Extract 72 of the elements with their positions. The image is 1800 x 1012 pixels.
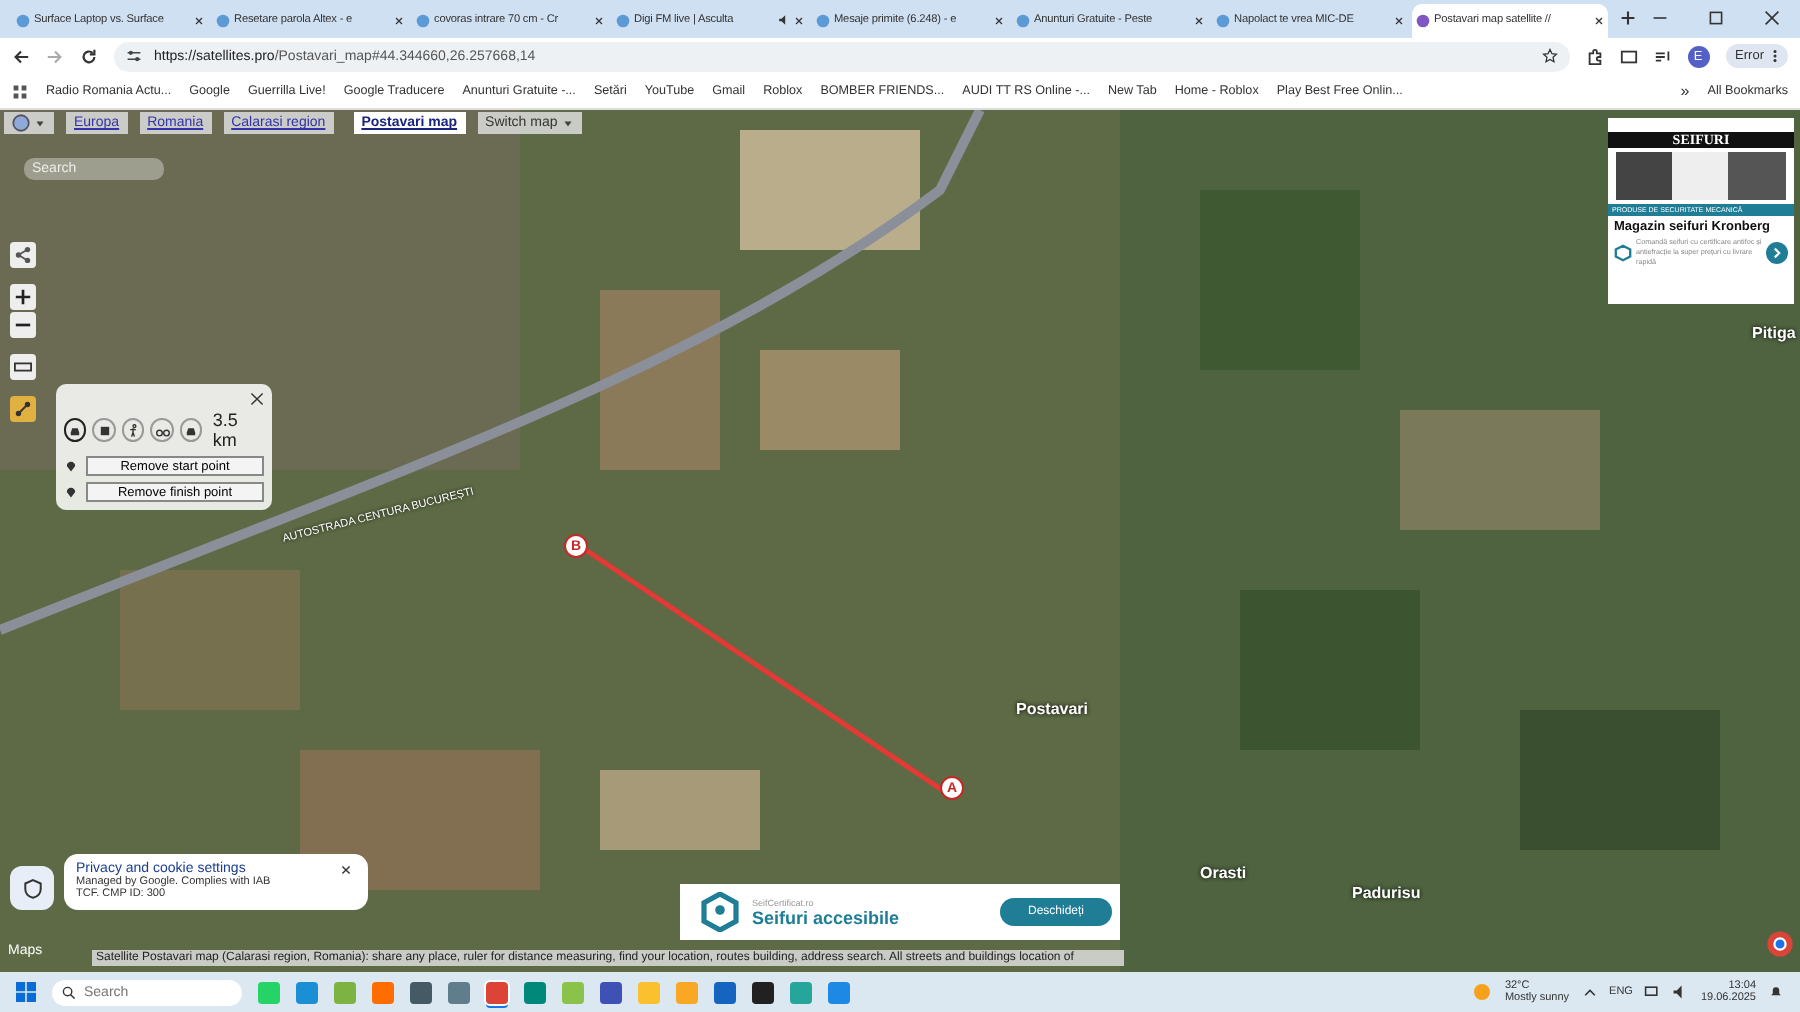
site-icon <box>1216 13 1230 28</box>
route-icon <box>14 400 32 419</box>
car-mode-button[interactable] <box>64 418 87 443</box>
media-icon[interactable] <box>1653 47 1672 66</box>
plus-icon <box>14 288 32 307</box>
site-icon <box>816 13 830 28</box>
speaker-icon[interactable] <box>778 14 790 27</box>
zoom-out-button[interactable] <box>10 312 36 339</box>
star-icon[interactable] <box>1541 48 1558 65</box>
taskbar-app-icon[interactable] <box>752 981 774 1004</box>
search-icon <box>62 985 76 1000</box>
windows-start-icon[interactable] <box>16 982 36 1003</box>
car-icon <box>184 423 199 438</box>
new-tab-icon[interactable] <box>1620 10 1636 27</box>
reload-icon[interactable] <box>80 47 98 66</box>
bell-icon[interactable] <box>1768 984 1784 1001</box>
puzzle-icon[interactable] <box>1585 47 1604 66</box>
place-label: Postavari <box>1016 700 1089 719</box>
globe-icon <box>12 114 30 133</box>
close-icon[interactable] <box>194 15 204 26</box>
zoom-in-button[interactable] <box>10 284 36 311</box>
bus-mode-button[interactable] <box>92 418 116 443</box>
close-icon[interactable] <box>794 15 804 26</box>
ad-title: Seifuri accesibile <box>752 907 902 928</box>
close-icon[interactable] <box>1764 10 1780 27</box>
place-label: Padurisu <box>1352 884 1421 903</box>
walk-mode-button[interactable] <box>121 418 145 443</box>
route-button[interactable] <box>10 396 36 423</box>
more-bookmarks-button[interactable]: » <box>1680 82 1690 101</box>
close-icon[interactable] <box>1594 15 1604 26</box>
bus-icon <box>97 423 112 438</box>
bike-mode-button[interactable] <box>150 418 174 443</box>
caret-icon <box>34 117 46 130</box>
site-icon <box>1016 13 1030 28</box>
car-icon <box>68 423 83 438</box>
close-icon[interactable] <box>340 864 352 877</box>
route-distance: 3.5 km <box>212 410 240 451</box>
site-icon <box>216 13 230 28</box>
place-label: Orasti <box>1200 864 1247 883</box>
close-icon[interactable] <box>1194 15 1204 26</box>
ruler-button[interactable] <box>10 354 36 381</box>
car-mode-button[interactable] <box>179 418 203 443</box>
walk-icon <box>126 423 141 438</box>
globe-dropdown[interactable] <box>4 112 54 135</box>
taskbar-app-icon[interactable] <box>410 981 432 1004</box>
close-icon[interactable] <box>1394 15 1404 26</box>
site-icon <box>1416 13 1430 28</box>
back-arrow-icon[interactable] <box>12 47 30 66</box>
chevron-up-icon[interactable] <box>1581 984 1598 1001</box>
more-menu-icon <box>1772 48 1778 65</box>
site-icon <box>616 13 630 28</box>
caret-icon <box>561 117 574 130</box>
chevron-right-icon[interactable] <box>1766 241 1788 264</box>
pin-icon <box>64 458 78 475</box>
close-icon[interactable] <box>394 15 404 26</box>
site-settings-icon[interactable] <box>126 48 142 65</box>
share-button[interactable] <box>10 242 36 269</box>
close-icon[interactable] <box>594 15 604 26</box>
restore-icon[interactable] <box>1708 10 1724 27</box>
close-icon[interactable] <box>250 392 264 407</box>
taskbar-app-icon[interactable] <box>600 981 622 1004</box>
close-icon[interactable] <box>994 15 1004 26</box>
monitor-icon[interactable] <box>1644 984 1661 1001</box>
apps-grid-icon[interactable] <box>12 83 28 100</box>
shield-icon <box>21 877 43 900</box>
site-icon <box>416 13 430 28</box>
site-icon <box>16 13 30 28</box>
place-label: Pitiga <box>1752 324 1796 343</box>
pin-icon <box>64 484 78 501</box>
share-icon <box>14 246 32 265</box>
privacy-shield-button[interactable] <box>10 866 54 911</box>
chrome-logo-icon[interactable] <box>1766 930 1794 959</box>
